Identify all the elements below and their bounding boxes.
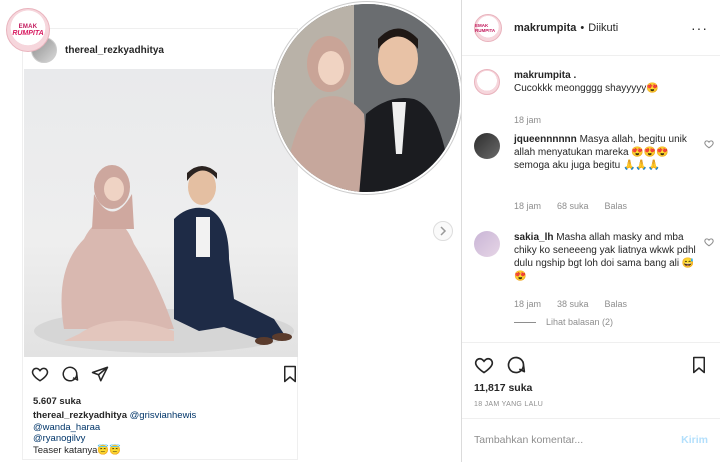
bookmark-icon <box>284 365 296 383</box>
caption-mention: @wanda_haraa <box>33 421 101 433</box>
comment-text: Cucokkk meongggg shayyyyy😍 <box>514 83 659 94</box>
follow-status[interactable]: Diikuti <box>588 22 618 34</box>
comment-input[interactable] <box>474 431 664 449</box>
comments-list[interactable]: makrumpita . Cucokkk meongggg shayyyyy😍 … <box>462 57 720 342</box>
comment-like-icon[interactable] <box>704 139 714 149</box>
view-replies-label: Lihat balasan (2) <box>546 317 614 327</box>
post-timestamp: 18 JAM YANG LALU <box>474 401 544 408</box>
avatar[interactable]: EMAK RUMPITA <box>474 13 502 42</box>
comment-likes[interactable]: 68 suka <box>557 201 589 211</box>
carousel-next-button[interactable] <box>433 221 453 241</box>
more-options-icon[interactable]: ··· <box>691 20 708 36</box>
inner-post-card: thereal_rezkyadhitya 5.607 suka thereal_… <box>22 28 298 460</box>
reply-button[interactable]: Balas <box>605 299 628 309</box>
caption-mention: @grisvianhewis <box>129 410 197 421</box>
header-username[interactable]: makrumpita <box>514 22 576 34</box>
save-bookmark-icon[interactable] <box>690 355 708 375</box>
couple-photo <box>24 69 298 357</box>
post-side-panel: EMAK RUMPITA makrumpita • Diikuti ··· ma… <box>462 0 720 462</box>
comment-body: jqueennnnnn Masya allah, begitu unik all… <box>514 133 696 172</box>
comment-meta: 18 jam 38 suka Balas <box>514 299 627 309</box>
couple-closeup-illustration <box>274 4 460 192</box>
inner-username: thereal_rezkyadhitya <box>65 44 164 56</box>
caption-mention: @ryanogilvy <box>33 433 86 444</box>
reply-button[interactable]: Balas <box>605 201 628 211</box>
inner-actions <box>31 365 296 383</box>
comment-time: 18 jam <box>514 299 542 309</box>
post-comment-button[interactable]: Kirim <box>681 434 708 446</box>
brand-logo: EMAK RUMPITA <box>6 8 50 52</box>
comment-body: makrumpita . Cucokkk meongggg shayyyyy😍 <box>514 69 696 95</box>
comment-time: 18 jam <box>514 201 542 211</box>
comment-icon <box>62 366 79 382</box>
comment-likes[interactable]: 38 suka <box>557 299 589 309</box>
comment-username[interactable]: sakia_lh <box>514 232 553 243</box>
caption-username: thereal_rezkyadhitya <box>33 410 127 421</box>
add-comment-bar: Kirim <box>462 418 720 462</box>
view-replies-button[interactable]: Lihat balasan (2) <box>514 317 613 327</box>
embedded-post-image: thereal_rezkyadhitya 5.607 suka thereal_… <box>0 0 462 462</box>
comment-avatar[interactable] <box>474 231 500 257</box>
comment-username[interactable]: makrumpita . <box>514 70 576 81</box>
circle-inset-photo <box>272 2 461 194</box>
view-replies-line <box>514 321 536 323</box>
comment-time: 18 jam <box>514 115 542 125</box>
likes-count[interactable]: 11,817 suka <box>474 382 532 394</box>
inner-post-header: thereal_rezkyadhitya <box>31 37 164 63</box>
comment-bubble-icon[interactable] <box>506 355 526 375</box>
caption-text: Teaser katanya😇😇 <box>33 444 122 456</box>
chevron-right-icon <box>440 226 447 236</box>
post-header: EMAK RUMPITA makrumpita • Diikuti ··· <box>462 0 720 56</box>
avatar-logo-text: EMAK RUMPITA <box>475 22 496 33</box>
brand-logo-line2: RUMPITA <box>12 29 44 37</box>
header-dot: • <box>580 21 585 34</box>
heart-icon <box>31 367 49 382</box>
like-heart-icon[interactable] <box>474 355 494 375</box>
comment-body: sakia_lh Masha allah masky and mba chiky… <box>514 231 696 283</box>
inner-likes-count: 5.607 suka <box>33 396 82 407</box>
comment-avatar[interactable] <box>474 133 500 159</box>
inner-caption: thereal_rezkyadhitya @grisvianhewis @wan… <box>33 410 293 456</box>
comment-meta: 18 jam <box>514 115 541 125</box>
share-icon <box>91 366 109 382</box>
comment-username[interactable]: jqueennnnnn <box>514 134 577 145</box>
couple-illustration <box>34 165 294 353</box>
comment-avatar[interactable] <box>474 69 500 95</box>
comment-like-icon[interactable] <box>704 237 714 247</box>
post-actions-bar <box>462 342 720 382</box>
comment-meta: 18 jam 68 suka Balas <box>514 201 627 211</box>
